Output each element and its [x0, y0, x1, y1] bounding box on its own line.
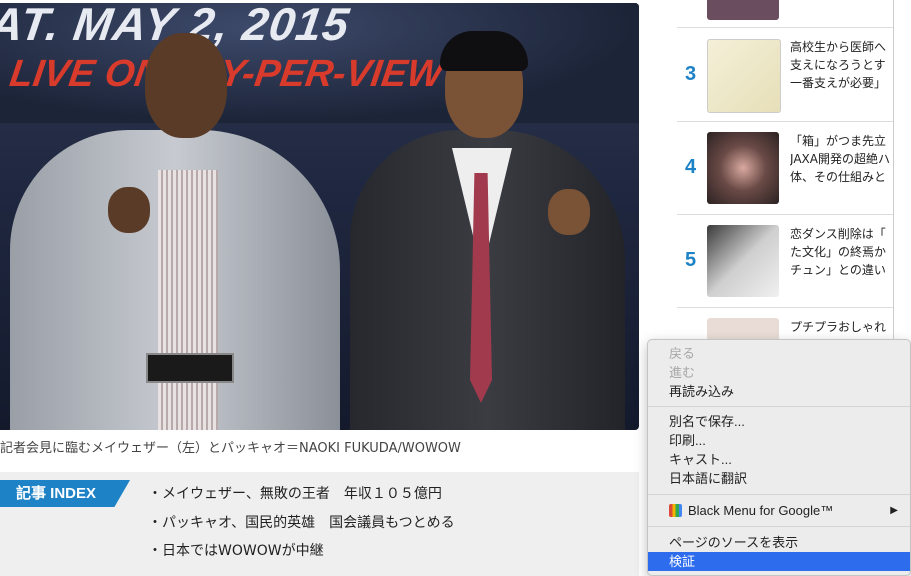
- menu-separator: [648, 406, 910, 407]
- ranking-thumbnail[interactable]: [707, 225, 779, 297]
- article-index: 記事 INDEX ・メイウェザー、無敗の王者 年収１０５億円 ・パッキャオ、国民…: [0, 472, 639, 576]
- menu-item-forward[interactable]: 進む: [648, 363, 910, 382]
- article-photo[interactable]: AT. MAY 2, 2015 LIVE ON PAY-PER-VIEW: [0, 3, 639, 430]
- menu-item-reload[interactable]: 再読み込み: [648, 382, 910, 401]
- ranking-thumbnail[interactable]: [707, 132, 779, 204]
- photo-caption: 記者会見に臨むメイウェザー（左）とパッキャオ＝NAOKI FUKUDA/WOWO…: [0, 441, 461, 456]
- menu-item-translate[interactable]: 日本語に翻訳: [648, 469, 910, 488]
- boxer-left-belt: [146, 353, 234, 383]
- menu-item-save-as[interactable]: 別名で保存...: [648, 412, 910, 431]
- menu-item-print[interactable]: 印刷...: [648, 431, 910, 450]
- ranking-item-5[interactable]: 5 恋ダンス削除は「 た文化」の終焉か チュン」との違い: [677, 215, 893, 308]
- index-item[interactable]: ・メイウェザー、無敗の王者 年収１０５億円: [148, 483, 455, 512]
- index-item[interactable]: ・パッキャオ、国民的英雄 国会議員もつとめる: [148, 512, 455, 541]
- context-menu: 戻る 進む 再読み込み 別名で保存... 印刷... キャスト... 日本語に翻…: [647, 339, 911, 576]
- ranking-thumbnail[interactable]: [707, 39, 781, 113]
- google-apps-icon: [669, 504, 682, 517]
- menu-item-back[interactable]: 戻る: [648, 344, 910, 363]
- menu-separator: [648, 494, 910, 495]
- ranking-item-3[interactable]: 3 高校生から医師へ 支えになろうとす 一番支えが必要」: [677, 28, 893, 122]
- rank-number: 4: [685, 156, 697, 178]
- menu-item-view-source[interactable]: ページのソースを表示: [648, 533, 910, 552]
- menu-separator: [648, 526, 910, 527]
- boxer-right-hair: [440, 31, 528, 71]
- index-item[interactable]: ・日本ではWOWOWが中継: [148, 540, 455, 569]
- menu-item-black-menu[interactable]: Black Menu for Google™ ▶: [648, 501, 910, 520]
- rank-number: 3: [685, 63, 697, 85]
- ranking-title[interactable]: プチプラおしゃれ: [790, 318, 890, 336]
- boxer-left-fist: [108, 187, 150, 233]
- ranking-thumbnail[interactable]: [707, 0, 779, 20]
- index-tag: 記事 INDEX: [0, 480, 130, 507]
- ranking-title[interactable]: 高校生から医師へ 支えになろうとす 一番支えが必要」: [790, 38, 890, 92]
- menu-item-inspect[interactable]: 検証: [648, 552, 910, 571]
- menu-item-cast[interactable]: キャスト...: [648, 450, 910, 469]
- press-banner: AT. MAY 2, 2015 LIVE ON PAY-PER-VIEW: [0, 3, 639, 123]
- ranking-title[interactable]: 恋ダンス削除は「 た文化」の終焉か チュン」との違い: [790, 225, 890, 279]
- boxer-right-fist: [548, 189, 590, 235]
- submenu-arrow-icon: ▶: [890, 505, 898, 516]
- ranking-item-2[interactable]: [677, 0, 893, 28]
- ranking-title[interactable]: 「箱」がつま先立 JAXA開発の超絶ハ 体、その仕組みと: [790, 132, 890, 186]
- index-list: ・メイウェザー、無敗の王者 年収１０５億円 ・パッキャオ、国民的英雄 国会議員も…: [148, 483, 455, 569]
- boxer-left-shirt: [158, 170, 218, 430]
- boxer-left-head: [145, 33, 227, 138]
- rank-number: 5: [685, 249, 697, 271]
- ranking-item-4[interactable]: 4 「箱」がつま先立 JAXA開発の超絶ハ 体、その仕組みと: [677, 122, 893, 215]
